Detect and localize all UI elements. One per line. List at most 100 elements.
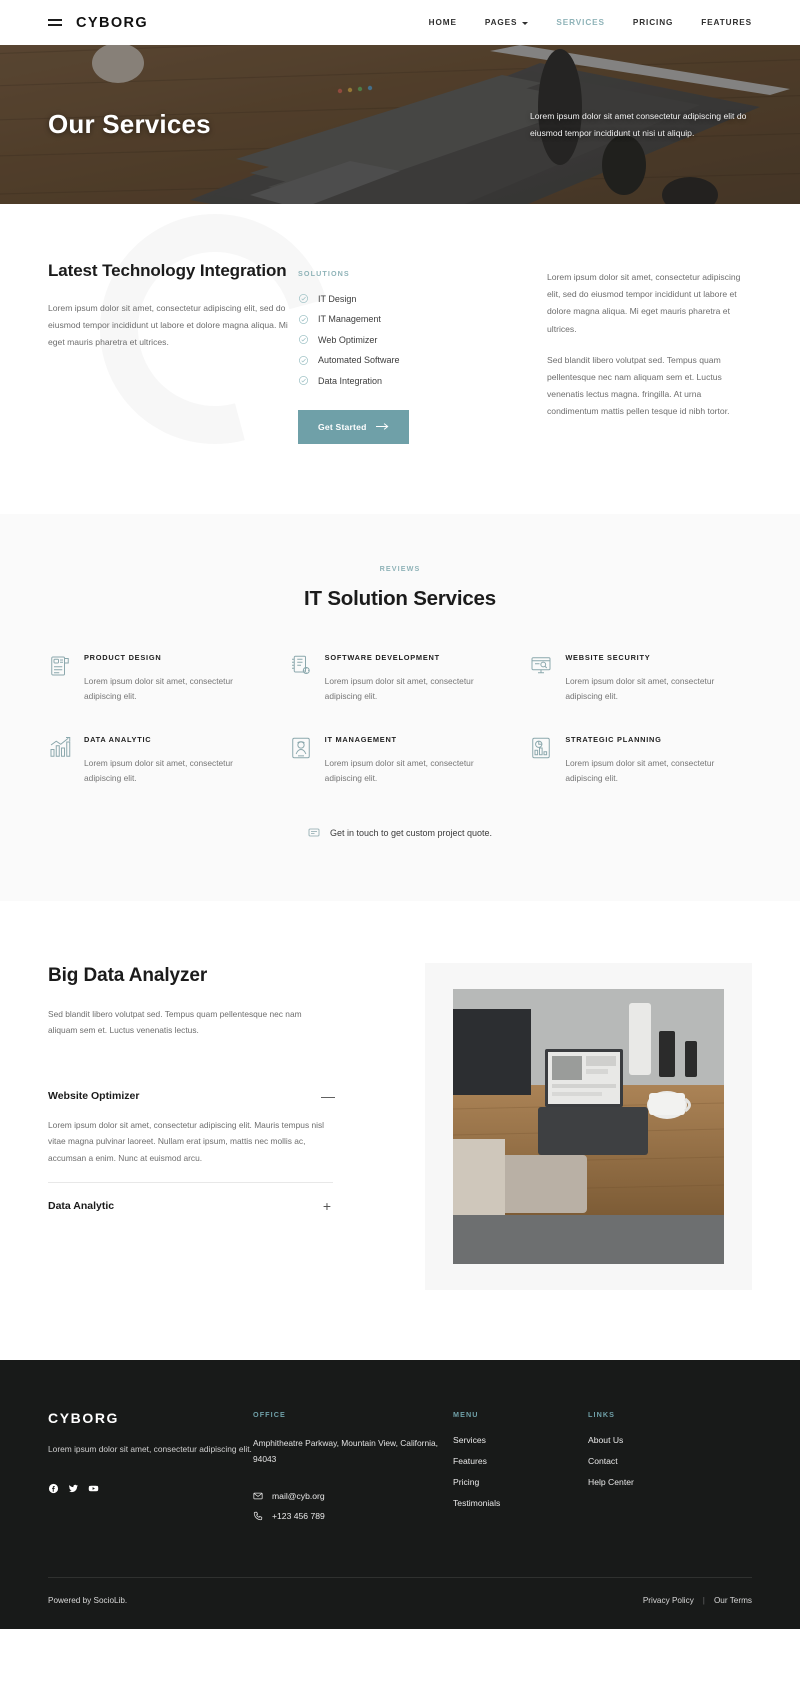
section-heading: Latest Technology Integration [48,261,287,280]
data-analytic-icon [50,736,71,757]
chevron-down-icon [522,21,529,25]
list-item-label: Automated Software [318,355,400,365]
list-item[interactable]: IT Design [298,293,488,304]
brand-logo[interactable]: CYBORG [76,15,148,31]
nav-link-pricing[interactable]: PRICING [633,18,673,27]
accordion-toggle-icon[interactable]: — [321,1089,335,1103]
list-item-label: Data Integration [318,375,383,386]
nav-link-home[interactable]: HOME [429,18,457,27]
footer-address: Amphitheatre Parkway, Mountain View, Cal… [253,1437,438,1465]
footer-privacy-policy-link[interactable]: Privacy Policy [643,1596,694,1605]
service-card-body: STRATEGIC PLANNING Lorem ipsum dolor sit… [565,735,752,787]
footer-legal-links: Privacy Policy | Our Terms [643,1596,752,1605]
paragraph-one: Lorem ipsum dolor sit amet, consectetur … [547,272,741,334]
hero-subtitle: Lorem ipsum dolor sit amet consectetur a… [530,110,747,138]
nav-link-features[interactable]: FEATURES [701,18,752,27]
site-footer: CYBORG Lorem ipsum dolor sit amet, conse… [0,1359,800,1630]
footer-legal-separator: | [702,1596,705,1606]
nav-link-services-label: SERVICES [556,18,605,27]
accordion-header[interactable]: Data Analytic + [48,1199,333,1213]
accordion-header[interactable]: Website Optimizer — [48,1089,335,1103]
big-data-analyzer-section: Big Data Analyzer Sed blandit libero vol… [0,900,800,1360]
list-item[interactable]: Web Optimizer [298,334,488,345]
contact-note-row[interactable]: Get in touch to get custom project quote… [48,827,752,839]
list-item-label: IT Design [318,293,357,304]
hero-banner: Our Services Lorem ipsum dolor sit amet … [0,45,800,204]
it-solution-services-section: REVIEWS IT Solution Services PRODUCT DES… [0,513,800,901]
footer-copyright: Powered by SocioLib. [48,1596,128,1606]
list-item[interactable]: Data Integration [298,375,488,386]
get-started-button[interactable]: Get Started [298,409,409,444]
solutions-list: IT Design IT Management Web Optimizer Au… [298,293,488,386]
nav-link-pricing-label: PRICING [632,18,674,27]
footer-links-list: About Us Contact Help Center [588,1435,723,1487]
solutions-column: SOLUTIONS IT Design IT Management Web Op… [298,260,488,444]
footer-link-contact[interactable]: Contact [588,1456,723,1466]
nav-link-pages-label: PAGES [484,18,518,27]
footer-link-help-center[interactable]: Help Center [588,1477,723,1487]
footer-menu-item-features[interactable]: Features [453,1456,588,1466]
list-item[interactable]: Automated Software [298,355,488,366]
section-body-text: Lorem ipsum dolor sit amet, consectetur … [48,302,288,347]
footer-office-column: OFFICE Amphitheatre Parkway, Mountain Vi… [253,1410,453,1532]
accordion-body: Lorem ipsum dolor sit amet, consectetur … [48,1119,325,1163]
footer-email-row[interactable]: mail@cyb.org [253,1491,453,1501]
footer-contact-block: mail@cyb.org +123 456 789 [253,1491,453,1521]
contact-note-label: Get in touch to get custom project quote… [329,827,493,838]
big-data-photo [453,988,724,1264]
footer-logo[interactable]: CYBORG [48,1410,253,1426]
service-card-software-development[interactable]: SOFTWARE DEVELOPMENT Lorem ipsum dolor s… [289,653,512,705]
service-card-title: STRATEGIC PLANNING [565,734,662,744]
hero-content: Our Services Lorem ipsum dolor sit amet … [0,45,800,204]
facebook-icon[interactable] [48,1483,59,1494]
footer-link-about-us[interactable]: About Us [588,1435,723,1445]
footer-columns: CYBORG Lorem ipsum dolor sit amet, conse… [48,1410,752,1532]
service-card-website-security[interactable]: WEBSITE SECURITY Lorem ipsum dolor sit a… [529,653,752,705]
software-development-icon [291,655,310,674]
footer-menu-item-services[interactable]: Services [453,1435,588,1445]
nav-left-group: CYBORG [48,15,148,31]
service-card-product-design[interactable]: PRODUCT DESIGN Lorem ipsum dolor sit ame… [48,653,271,705]
service-card-data-analytic[interactable]: DATA ANALYTIC Lorem ipsum dolor sit amet… [48,735,271,787]
service-card-body: IT MANAGEMENT Lorem ipsum dolor sit amet… [325,735,512,787]
footer-phone-row[interactable]: +123 456 789 [253,1511,453,1521]
footer-links-heading: LINKS [588,1409,616,1419]
technology-intro-column: Latest Technology Integration Lorem ipsu… [48,260,298,444]
footer-links-column: LINKS About Us Contact Help Center [588,1410,723,1532]
footer-brand-column: CYBORG Lorem ipsum dolor sit amet, conse… [48,1410,253,1532]
service-card-body: PRODUCT DESIGN Lorem ipsum dolor sit ame… [84,653,271,705]
youtube-icon[interactable] [88,1483,99,1494]
service-card-title: PRODUCT DESIGN [84,652,162,662]
footer-menu-item-pricing[interactable]: Pricing [453,1477,588,1487]
footer-our-terms-link[interactable]: Our Terms [714,1596,752,1605]
website-security-icon [531,656,551,673]
nav-link-features-label: FEATURES [701,18,752,27]
solutions-eyebrow: SOLUTIONS [298,269,350,278]
nav-link-home-label: HOME [428,18,457,27]
solutions-heading: IT Solution Services [304,586,496,610]
service-card-text: Lorem ipsum dolor sit amet, consectetur … [324,675,474,702]
list-item[interactable]: IT Management [298,314,488,325]
product-design-icon [51,656,69,675]
accordion-toggle-icon[interactable]: + [321,1199,333,1213]
hamburger-icon[interactable] [48,16,62,28]
footer-email-label: mail@cyb.org [272,1491,325,1502]
list-item-label: IT Management [318,314,381,324]
paragraph-two: Sed blandit libero volutpat sed. Tempus … [547,354,730,417]
nav-link-services[interactable]: SERVICES [556,18,604,27]
strategic-planning-icon [532,737,551,758]
footer-office-heading: OFFICE [253,1409,286,1419]
check-circle-icon [299,294,308,303]
reviews-eyebrow: REVIEWS [379,563,421,573]
service-card-body: DATA ANALYTIC Lorem ipsum dolor sit amet… [84,735,271,787]
check-circle-icon [299,314,308,324]
twitter-icon[interactable] [68,1483,79,1494]
footer-menu-column: MENU Services Features Pricing Testimoni… [453,1410,588,1532]
accordion: Website Optimizer — Lorem ipsum dolor si… [48,1073,335,1229]
list-item-label: Web Optimizer [318,334,378,345]
footer-menu-item-testimonials[interactable]: Testimonials [453,1498,588,1508]
service-card-strategic-planning[interactable]: STRATEGIC PLANNING Lorem ipsum dolor sit… [529,735,752,787]
nav-link-pages[interactable]: PAGES [485,18,529,27]
service-card-it-management[interactable]: IT MANAGEMENT Lorem ipsum dolor sit amet… [289,735,512,787]
footer-menu-list: Services Features Pricing Testimonials [453,1435,588,1508]
